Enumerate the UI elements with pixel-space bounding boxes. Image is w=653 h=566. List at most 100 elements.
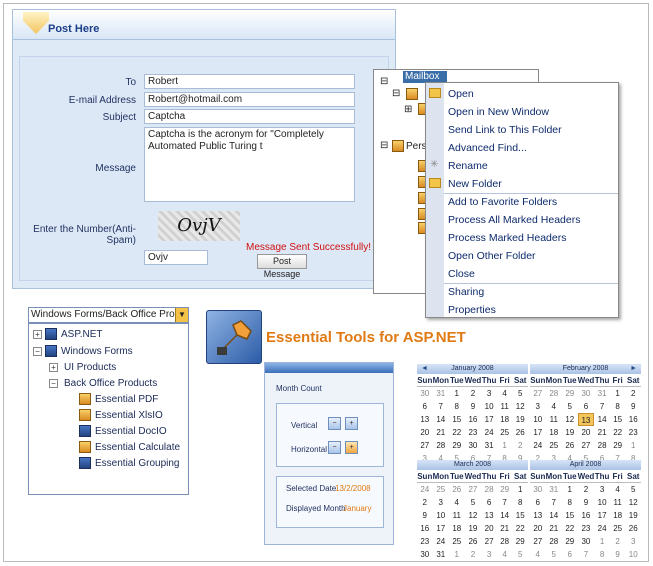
calendar-day[interactable]: 26	[512, 426, 528, 439]
horizontal-decrement-button[interactable]: −	[328, 441, 341, 454]
calendar-day[interactable]: 18	[497, 413, 513, 426]
calendar-day[interactable]: 16	[578, 509, 595, 522]
next-month-icon[interactable]: ►	[630, 364, 637, 374]
calendar-day[interactable]: 11	[449, 509, 465, 522]
calendar-day[interactable]: 13	[577, 413, 595, 426]
calendar-day[interactable]: 9	[610, 548, 626, 561]
calendar-day[interactable]: 27	[530, 387, 546, 400]
calendar-day[interactable]: 10	[530, 413, 546, 426]
calendar-day[interactable]: 10	[594, 496, 610, 509]
calendar-day[interactable]: 12	[562, 413, 578, 426]
calendar-day[interactable]: 22	[449, 426, 465, 439]
calendar-day[interactable]: 1	[594, 535, 610, 548]
tree-item-aspnet[interactable]: ASP.NET	[61, 329, 103, 340]
vertical-increment-button[interactable]: +	[345, 417, 358, 430]
calendar-day[interactable]: 25	[497, 426, 513, 439]
calendar-day[interactable]: 28	[546, 387, 562, 400]
calendar-day[interactable]: 5	[512, 548, 528, 561]
calendar-day[interactable]: 10	[433, 509, 449, 522]
calendar-day[interactable]: 12	[625, 496, 641, 509]
calendar-day[interactable]: 20	[530, 522, 546, 535]
calendar-day[interactable]: 16	[465, 413, 482, 426]
calendar-day[interactable]: 30	[530, 483, 546, 496]
menu-item-open[interactable]: Open	[448, 88, 474, 100]
calendar-day[interactable]: 27	[481, 535, 497, 548]
calendar-day[interactable]: 24	[594, 522, 610, 535]
calendar-day[interactable]: 14	[433, 413, 449, 426]
calendar-day[interactable]: 31	[481, 439, 497, 452]
calendar-day[interactable]: 4	[449, 496, 465, 509]
calendar-day[interactable]: 2	[465, 548, 482, 561]
calendar-day[interactable]: 19	[562, 426, 578, 439]
calendar-day[interactable]: 24	[530, 439, 546, 452]
calendar-day[interactable]: 19	[625, 509, 641, 522]
menu-item-new-folder[interactable]: New Folder	[448, 178, 502, 190]
calendar-day[interactable]: 25	[610, 522, 626, 535]
calendar-day[interactable]: 7	[546, 496, 562, 509]
menu-item-advanced-find[interactable]: Advanced Find...	[448, 142, 527, 154]
calendar-day[interactable]: 28	[546, 535, 562, 548]
calendar-day[interactable]: 17	[594, 509, 610, 522]
calendar-day[interactable]: 1	[449, 548, 465, 561]
calendar-day[interactable]: 29	[497, 483, 513, 496]
calendar-day[interactable]: 11	[497, 400, 513, 413]
tree-item-xlsio[interactable]: Essential XlsIO	[95, 410, 163, 421]
calendar-day[interactable]: 2	[625, 387, 641, 400]
calendar-day[interactable]: 24	[417, 483, 433, 496]
calendar-day[interactable]: 2	[610, 535, 626, 548]
calendar-day[interactable]: 16	[625, 413, 641, 426]
calendar-day[interactable]: 10	[625, 548, 641, 561]
menu-item-add-favorite[interactable]: Add to Favorite Folders	[448, 196, 557, 208]
calendar-day[interactable]: 17	[481, 413, 497, 426]
calendar-day[interactable]: 26	[449, 483, 465, 496]
calendar-day[interactable]: 18	[546, 426, 562, 439]
menu-item-process-all[interactable]: Process All Marked Headers	[448, 214, 580, 226]
calendar-day[interactable]: 19	[512, 413, 528, 426]
calendar-day[interactable]: 8	[512, 496, 528, 509]
calendar-day[interactable]: 22	[512, 522, 528, 535]
calendar-day[interactable]: 9	[625, 400, 641, 413]
expand-icon[interactable]: ⊟	[392, 88, 400, 99]
calendar-day[interactable]: 3	[594, 483, 610, 496]
calendar-day[interactable]: 22	[610, 426, 626, 439]
calendar-day[interactable]: 21	[594, 426, 610, 439]
calendar-day[interactable]: 26	[562, 439, 578, 452]
calendar-day[interactable]: 20	[578, 426, 595, 439]
expand-icon[interactable]: +	[33, 330, 42, 339]
email-field[interactable]: Robert@hotmail.com	[144, 92, 355, 107]
calendar-day[interactable]: 31	[594, 387, 610, 400]
calendar-day[interactable]: 6	[562, 548, 578, 561]
calendar-day[interactable]: 29	[562, 535, 578, 548]
calendar-day[interactable]: 5	[465, 496, 482, 509]
menu-item-close[interactable]: Close	[448, 268, 475, 280]
calendar-day[interactable]: 6	[481, 496, 497, 509]
calendar-day[interactable]: 12	[512, 400, 528, 413]
calendar-day[interactable]: 10	[481, 400, 497, 413]
calendar-day[interactable]: 3	[625, 535, 641, 548]
calendar-day[interactable]: 11	[546, 413, 562, 426]
expand-icon[interactable]: +	[49, 363, 58, 372]
calendar-day[interactable]: 21	[433, 426, 449, 439]
calendar-day[interactable]: 28	[497, 535, 513, 548]
calendar-day[interactable]: 1	[610, 387, 626, 400]
calendar-day[interactable]: 1	[497, 439, 513, 452]
calendar-day[interactable]: 26	[625, 522, 641, 535]
calendar-day[interactable]: 15	[512, 509, 528, 522]
calendar-day[interactable]: 23	[417, 535, 433, 548]
calendar-day[interactable]: 4	[497, 548, 513, 561]
calendar-day[interactable]: 4	[610, 483, 626, 496]
calendar-day[interactable]: 28	[481, 483, 497, 496]
calendar-day[interactable]: 24	[481, 426, 497, 439]
calendar-day[interactable]: 13	[481, 509, 497, 522]
expand-icon[interactable]: ⊟	[380, 76, 388, 87]
calendar-day[interactable]: 27	[465, 483, 482, 496]
calendar-day[interactable]: 21	[546, 522, 562, 535]
calendar-day[interactable]: 16	[417, 522, 433, 535]
vertical-decrement-button[interactable]: −	[328, 417, 341, 430]
calendar-day[interactable]: 8	[449, 400, 465, 413]
menu-item-send-link[interactable]: Send Link to This Folder	[448, 124, 562, 136]
calendar-day[interactable]: 20	[417, 426, 433, 439]
calendar-day[interactable]: 2	[578, 483, 595, 496]
calendar-day[interactable]: 26	[465, 535, 482, 548]
calendar-day[interactable]: 28	[594, 439, 610, 452]
